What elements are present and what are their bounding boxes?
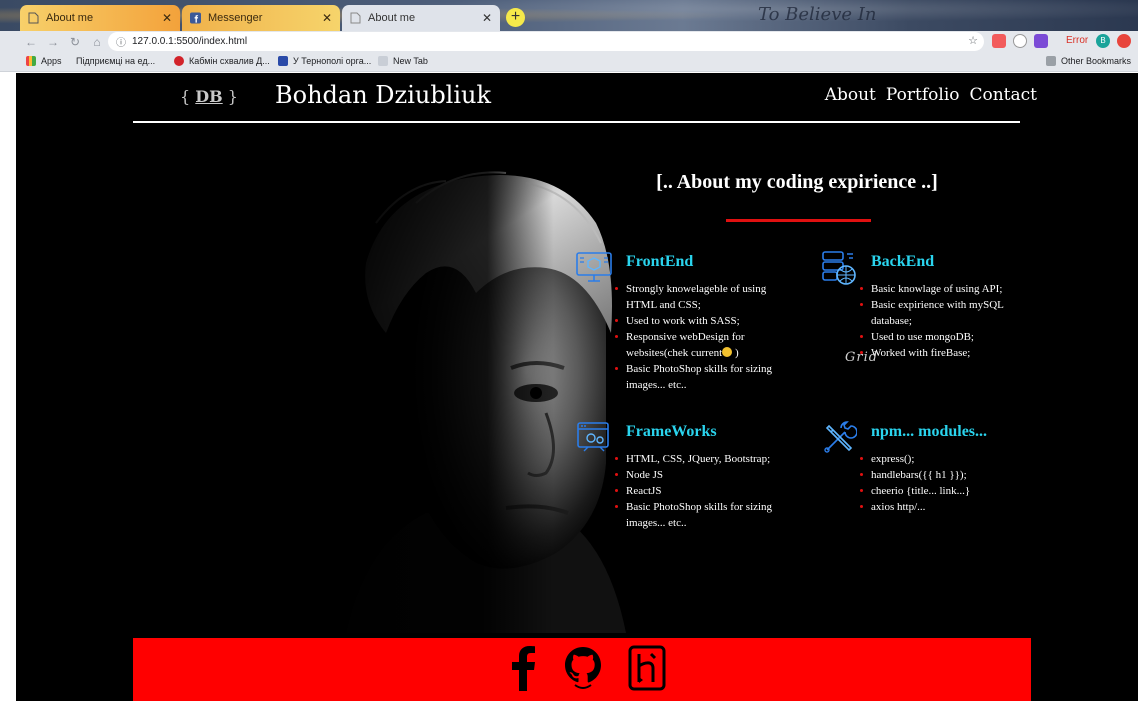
- bookmark-other[interactable]: Other Bookmarks: [1046, 56, 1131, 66]
- list-item: handlebars({{ h1 }});: [859, 467, 1027, 483]
- close-icon[interactable]: ✕: [482, 11, 492, 25]
- list-item: Strongly knowelageble of using HTML and …: [614, 281, 782, 313]
- portrait-photo: [306, 163, 636, 643]
- heroku-icon[interactable]: [627, 645, 667, 691]
- address-bar[interactable]: ⓘ 127.0.0.1:5500/index.html ☆: [108, 32, 984, 51]
- list-item: HTML, CSS, JQuery, Bootstrap;: [614, 451, 782, 467]
- logo-brace: {: [180, 87, 191, 106]
- main-nav: About Portfolio Contact: [825, 85, 1037, 105]
- bookmark-label: У Тернополі орга...: [293, 56, 372, 66]
- avatar[interactable]: B: [1096, 34, 1110, 48]
- logo-brace: }: [227, 87, 238, 106]
- home-icon[interactable]: ⌂: [86, 35, 108, 49]
- card-title: npm... modules...: [871, 423, 988, 440]
- close-icon[interactable]: ✕: [162, 11, 172, 25]
- bookmark-label: Підприємці на ед...: [76, 56, 156, 66]
- site-logo[interactable]: { DB }: [180, 87, 238, 106]
- list-item: ReactJS: [614, 483, 782, 499]
- browser-tab-about-me-active[interactable]: About me ✕: [342, 5, 500, 31]
- logo-mark: DB: [195, 87, 223, 106]
- tools-icon: [824, 421, 857, 453]
- header-divider: [133, 121, 1020, 123]
- bookmark-item[interactable]: У Тернополі орга...: [278, 56, 371, 66]
- apps-grid-icon: [26, 56, 36, 66]
- list-item: Used to work with SASS;: [614, 313, 782, 329]
- bookmark-item[interactable]: Підприємці на ед...: [76, 56, 155, 66]
- close-icon[interactable]: ✕: [322, 11, 332, 25]
- list-item: Basic expirience with mySQL database;: [859, 297, 1027, 329]
- tab-title: Messenger: [208, 12, 263, 24]
- list-item: express();: [859, 451, 1027, 467]
- tab-title: About me: [46, 12, 94, 24]
- monitor-cube-icon: [576, 252, 612, 282]
- skill-list: Strongly knowelageble of using HTML and …: [614, 281, 782, 393]
- title-underline: [726, 219, 871, 222]
- browser-tab-messenger[interactable]: Messenger ✕: [182, 5, 340, 31]
- bookmark-item[interactable]: Кабмін схвалив Д...: [174, 56, 270, 66]
- bookmark-label: Other Bookmarks: [1061, 56, 1132, 66]
- facebook-favicon-icon: [190, 12, 201, 24]
- list-item: Basic PhotoShop skills for sizing images…: [614, 499, 782, 531]
- list-item-suffix: ): [734, 347, 739, 359]
- site-icon: [278, 56, 288, 66]
- page-icon: [28, 12, 39, 24]
- section-title: [.. About my coding expirience ..]: [656, 171, 938, 193]
- browser-gears-icon: [577, 422, 609, 452]
- bookmark-apps[interactable]: Apps: [26, 56, 62, 66]
- bookmark-label: New Tab: [393, 56, 428, 66]
- list-item: Responsive webDesign for websites(chek c…: [614, 329, 782, 361]
- facebook-icon[interactable]: [503, 645, 543, 691]
- site-icon: [174, 56, 184, 66]
- bookmark-star-icon[interactable]: ☆: [968, 34, 978, 47]
- folder-icon: [1046, 56, 1056, 66]
- url-text: 127.0.0.1:5500/index.html: [132, 36, 248, 47]
- server-globe-icon: [822, 251, 856, 285]
- page-icon: [378, 56, 388, 66]
- profile-error-chip[interactable]: Error: [1066, 35, 1088, 46]
- browser-tab-about-me-1[interactable]: About me ✕: [20, 5, 180, 31]
- browser-toolbar: ← → ↻ ⌂ ⓘ 127.0.0.1:5500/index.html ☆ Er…: [0, 31, 1138, 52]
- grid-watermark: Grid: [845, 350, 879, 365]
- forward-icon[interactable]: →: [42, 35, 64, 49]
- bookmark-item[interactable]: New Tab: [378, 56, 428, 66]
- list-item: Basic PhotoShop skills for sizing images…: [614, 361, 782, 393]
- bookmarks-bar: Apps Підприємці на ед... Кабмін схвалив …: [0, 52, 1138, 72]
- bookmark-label: Кабмін схвалив Д...: [189, 56, 270, 66]
- nav-link-portfolio[interactable]: Portfolio: [886, 85, 960, 105]
- list-item: cheerio {title... link...}: [859, 483, 1027, 499]
- info-icon[interactable]: ⓘ: [116, 34, 126, 49]
- skill-list: Basic knowlage of using API; Basic expir…: [859, 281, 1027, 361]
- nav-link-contact[interactable]: Contact: [969, 85, 1037, 105]
- extension-icon[interactable]: [992, 34, 1006, 48]
- extension-icon[interactable]: [1013, 34, 1027, 48]
- list-item: Basic knowlage of using API;: [859, 281, 1027, 297]
- footer: [133, 638, 1031, 701]
- list-item: Used to use mongoDB;: [859, 329, 1027, 345]
- list-item: Node JS: [614, 467, 782, 483]
- reload-icon[interactable]: ↻: [64, 35, 86, 49]
- extension-icon[interactable]: [1034, 34, 1048, 48]
- browser-theme-text: To Believe In: [758, 4, 877, 25]
- page-viewport: { DB } Bohdan Dziubliuk About Portfolio …: [16, 73, 1138, 701]
- new-tab-button[interactable]: +: [506, 8, 525, 27]
- skill-list: HTML, CSS, JQuery, Bootstrap; Node JS Re…: [614, 451, 782, 531]
- github-icon[interactable]: [563, 645, 603, 691]
- tab-title: About me: [368, 12, 416, 24]
- wink-emoji-icon: [722, 347, 733, 357]
- page-icon: [350, 12, 361, 24]
- browser-tab-strip: About me ✕ Messenger ✕ About me ✕ + To B…: [0, 0, 1138, 31]
- card-title: FrameWorks: [626, 423, 717, 440]
- list-item: Worked with fireBase;: [859, 345, 1027, 361]
- card-title: FrontEnd: [626, 253, 694, 270]
- list-item: axios http/...: [859, 499, 1027, 515]
- nav-link-about[interactable]: About: [825, 85, 876, 105]
- extension-icon[interactable]: [1117, 34, 1131, 48]
- bookmark-label: Apps: [41, 56, 62, 66]
- card-title: BackEnd: [871, 253, 935, 270]
- skill-list: express(); handlebars({{ h1 }}); cheerio…: [859, 451, 1027, 515]
- site-title: Bohdan Dziubliuk: [275, 81, 492, 109]
- back-icon[interactable]: ←: [20, 35, 42, 49]
